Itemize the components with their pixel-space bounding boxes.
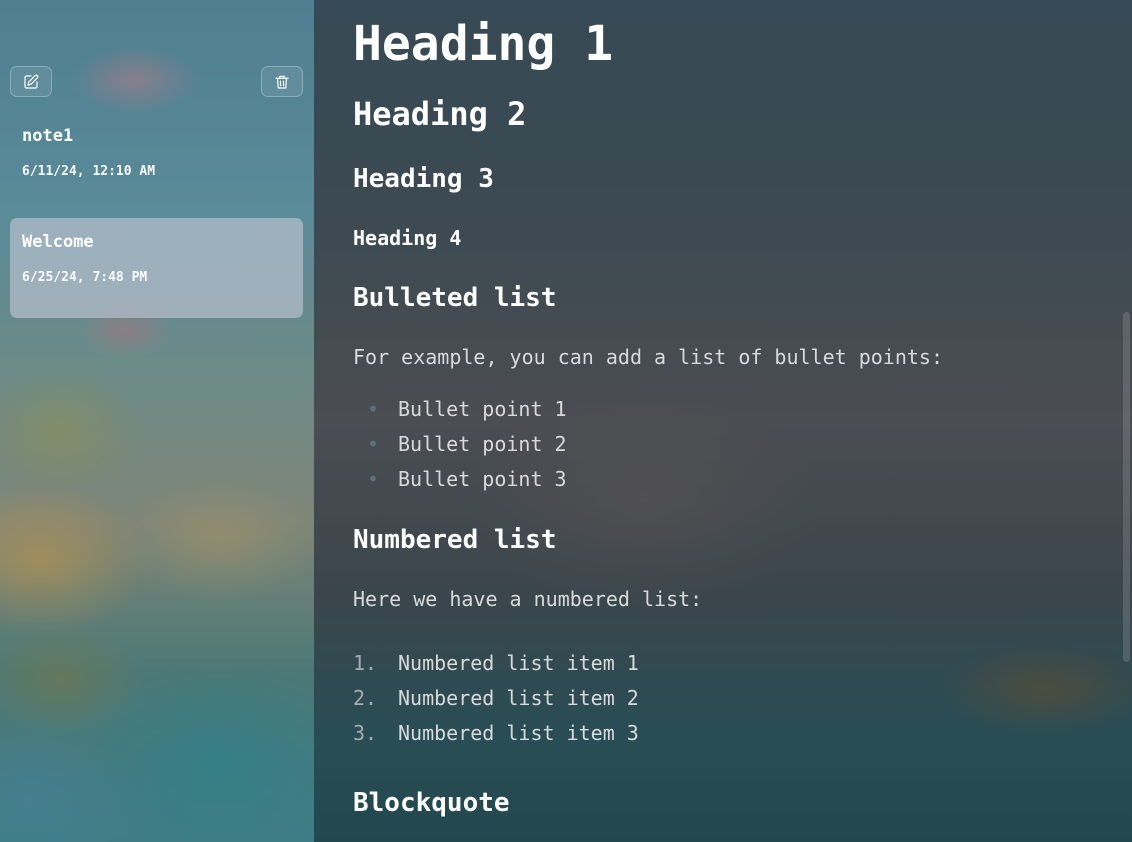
numbered-item-text: Numbered list item 2 [398, 686, 639, 710]
bullet-item-text: Bullet point 1 [398, 397, 567, 421]
compose-icon [24, 74, 39, 89]
notes-app: note1 6/11/24, 12:10 AM Welcome 6/25/24,… [0, 0, 1132, 842]
numbered-item: 1. Numbered list item 1 [353, 651, 639, 686]
bulleted-list-heading: Bulleted list [353, 283, 557, 313]
numbered-item: 2. Numbered list item 2 [353, 686, 639, 721]
number-marker: 2. [353, 686, 378, 710]
trash-icon [275, 75, 289, 89]
bullet-item: • Bullet point 3 [353, 467, 567, 502]
bullet-item: • Bullet point 1 [353, 397, 567, 432]
numbered-list-intro: Here we have a numbered list: [353, 587, 703, 611]
bullet-item-text: Bullet point 3 [398, 467, 567, 491]
number-marker: 1. [353, 651, 378, 675]
note-editor[interactable]: Heading 1 Heading 2 Heading 3 Heading 4 … [314, 0, 1132, 842]
bullet-item-text: Bullet point 2 [398, 432, 567, 456]
bullet-marker: • [367, 432, 380, 456]
blockquote-heading: Blockquote [353, 788, 510, 818]
bullet-item: • Bullet point 2 [353, 432, 567, 467]
bullet-marker: • [367, 397, 380, 421]
note-date: 6/25/24, 7:48 PM [22, 270, 148, 285]
bulleted-list: • Bullet point 1 • Bullet point 2 • Bullet … [353, 397, 567, 502]
note-title: Welcome [22, 232, 94, 252]
note-list-item-selected[interactable]: Welcome 6/25/24, 7:48 PM [10, 218, 303, 318]
new-note-button[interactable] [10, 66, 52, 97]
heading-1: Heading 1 [353, 16, 614, 72]
note-list-item[interactable]: note1 6/11/24, 12:10 AM [10, 112, 303, 212]
note-date: 6/11/24, 12:10 AM [22, 164, 156, 179]
heading-2: Heading 2 [353, 95, 527, 133]
bulleted-list-intro: For example, you can add a list of bulle… [353, 345, 944, 369]
numbered-item-text: Numbered list item 1 [398, 651, 639, 675]
numbered-item-text: Numbered list item 3 [398, 721, 639, 745]
note-title: note1 [22, 126, 74, 146]
heading-4: Heading 4 [353, 226, 462, 250]
heading-3: Heading 3 [353, 164, 494, 194]
numbered-list-heading: Numbered list [353, 525, 557, 555]
numbered-item: 3. Numbered list item 3 [353, 721, 639, 756]
editor-scrollbar[interactable] [1123, 312, 1130, 662]
number-marker: 3. [353, 721, 378, 745]
numbered-list: 1. Numbered list item 1 2. Numbered list i… [353, 651, 639, 756]
bullet-marker: • [367, 467, 380, 491]
sidebar: note1 6/11/24, 12:10 AM Welcome 6/25/24,… [0, 0, 314, 842]
delete-note-button[interactable] [261, 66, 303, 97]
